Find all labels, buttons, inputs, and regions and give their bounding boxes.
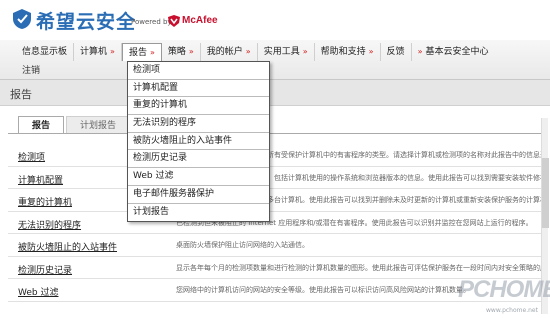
nav-item-label: 实用工具 xyxy=(263,47,300,57)
nav-item-computers[interactable]: 计算机» xyxy=(74,43,122,61)
scrollbar-thumb[interactable] xyxy=(542,158,549,228)
nav-item-my-account[interactable]: 我的帐户» xyxy=(201,43,258,61)
nav-item-label: 帮助和支持 xyxy=(320,47,366,57)
report-link-web-filtering[interactable]: Web 过滤 xyxy=(18,285,58,298)
watermark-logo-text: PCHOME xyxy=(458,276,550,303)
mcafee-logo-text: McAfee xyxy=(182,15,218,26)
nav-item-label: 反馈 xyxy=(386,47,405,57)
nav-item-label: 计算机 xyxy=(80,47,108,57)
nav-item-basic-security-center[interactable]: » 基本云安全中心 xyxy=(412,43,495,61)
report-link-computer-config[interactable]: 计算机配置 xyxy=(18,173,63,186)
menu-item-web-filtering[interactable]: Web 过滤 xyxy=(128,168,269,186)
cloud-shield-logo-icon xyxy=(13,9,31,29)
nav-menu-row: 信息显示板 计算机» 报告» 策略» 我的帐户» 实用工具» 帮助和支持» 反馈… xyxy=(16,43,494,61)
nav-item-label: 我的帐户 xyxy=(206,47,243,57)
report-link-firewall-blocked[interactable]: 被防火墙阻止的入站事件 xyxy=(18,240,117,253)
tab-scheduled-reports[interactable]: 计划报告 xyxy=(66,116,131,134)
pchome-watermark: PCHOME www.pchome.net xyxy=(458,272,550,318)
menu-item-unrecognized-programs[interactable]: 无法识别的程序 xyxy=(128,115,269,133)
report-link-detections[interactable]: 检测项 xyxy=(18,150,45,163)
watermark-url: www.pchome.net xyxy=(486,307,538,314)
tab-divider xyxy=(8,133,548,134)
mcafee-shield-icon xyxy=(168,15,180,27)
nav-item-help-support[interactable]: 帮助和支持» xyxy=(315,43,381,61)
chevron-right-icon: » xyxy=(245,47,251,56)
nav-item-dashboard[interactable]: 信息显示板 xyxy=(16,43,75,61)
nav-item-label: 信息显示板 xyxy=(22,47,68,57)
brand-logo-text: 希望云安全 xyxy=(36,11,137,33)
logout-link[interactable]: 注销 xyxy=(22,64,40,78)
list-item: 计算机配置 此报告显示计算机的配置信息，包括计算机使用的操作系统和浏览器版本的信… xyxy=(8,167,548,189)
list-item: 检测项 下列报告可帮助您监视网络中所有受保护计算机中的有害程序的类型。请选择计算… xyxy=(8,144,548,167)
reports-dropdown-menu: 检测项 计算机配置 重复的计算机 无法识别的程序 被防火墙阻止的入站事件 检测历… xyxy=(127,61,270,223)
menu-item-detection-history[interactable]: 检测历史记录 xyxy=(128,150,269,169)
nav-item-reports[interactable]: 报告» xyxy=(121,43,162,61)
chevron-right-icon: » xyxy=(417,47,423,56)
menu-item-email-server-protection[interactable]: 电子邮件服务器保护 xyxy=(128,186,269,204)
nav-item-label: 基本云安全中心 xyxy=(425,47,489,57)
powered-by-label: Powered by xyxy=(131,18,172,26)
nav-item-utilities[interactable]: 实用工具» xyxy=(258,43,315,61)
nav-item-label: 策略 xyxy=(167,47,186,57)
menu-item-scheduled-reports[interactable]: 计划报告 xyxy=(128,204,269,222)
main-navigation: 信息显示板 计算机» 报告» 策略» 我的帐户» 实用工具» 帮助和支持» 反馈… xyxy=(0,40,550,80)
menu-item-duplicate-computers[interactable]: 重复的计算机 xyxy=(128,97,269,116)
tab-reports[interactable]: 报告 xyxy=(18,116,65,134)
menu-item-firewall-blocked[interactable]: 被防火墙阻止的入站事件 xyxy=(128,133,269,151)
chevron-right-icon: » xyxy=(302,47,308,56)
chevron-right-icon: » xyxy=(368,47,374,56)
nav-item-policies[interactable]: 策略» xyxy=(162,43,201,61)
chevron-right-icon: » xyxy=(110,47,115,56)
menu-item-computer-config[interactable]: 计算机配置 xyxy=(128,80,269,98)
menu-item-detections[interactable]: 检测项 xyxy=(128,62,269,80)
report-link-duplicate-computers[interactable]: 重复的计算机 xyxy=(18,195,72,208)
header: 希望云安全 Powered by McAfee xyxy=(0,0,550,40)
report-description: 显示各年每个月的检测项数量和进行检测的计算机数量的图形。使用此报告可评估保护服务… xyxy=(176,263,548,272)
report-link-unrecognized-programs[interactable]: 无法识别的程序 xyxy=(18,218,81,231)
page-title: 报告 xyxy=(10,88,32,101)
nav-item-feedback[interactable]: 反馈 xyxy=(381,43,412,61)
list-item: 重复的计算机 此报告显示了具有相同名称的多台计算机。使用此报告可以找到并删除未及… xyxy=(8,189,548,212)
page-title-bar: 报告 xyxy=(0,80,550,106)
report-tabs: 报告 计划报告 xyxy=(18,116,132,134)
list-item: 被防火墙阻止的入站事件 桌面防火墙保护阻止访问网络的入站通信。 xyxy=(8,234,548,257)
report-description: 桌面防火墙保护阻止访问网络的入站通信。 xyxy=(176,241,309,249)
list-item: 无法识别的程序 已检测到但未被阻止的 Internet 应用程序和/或潜在有害程… xyxy=(8,212,548,234)
chevron-right-icon: » xyxy=(188,47,194,56)
chevron-right-icon: » xyxy=(149,48,155,57)
report-link-detection-history[interactable]: 检测历史记录 xyxy=(18,263,72,276)
nav-item-label: 报告 xyxy=(128,48,147,58)
